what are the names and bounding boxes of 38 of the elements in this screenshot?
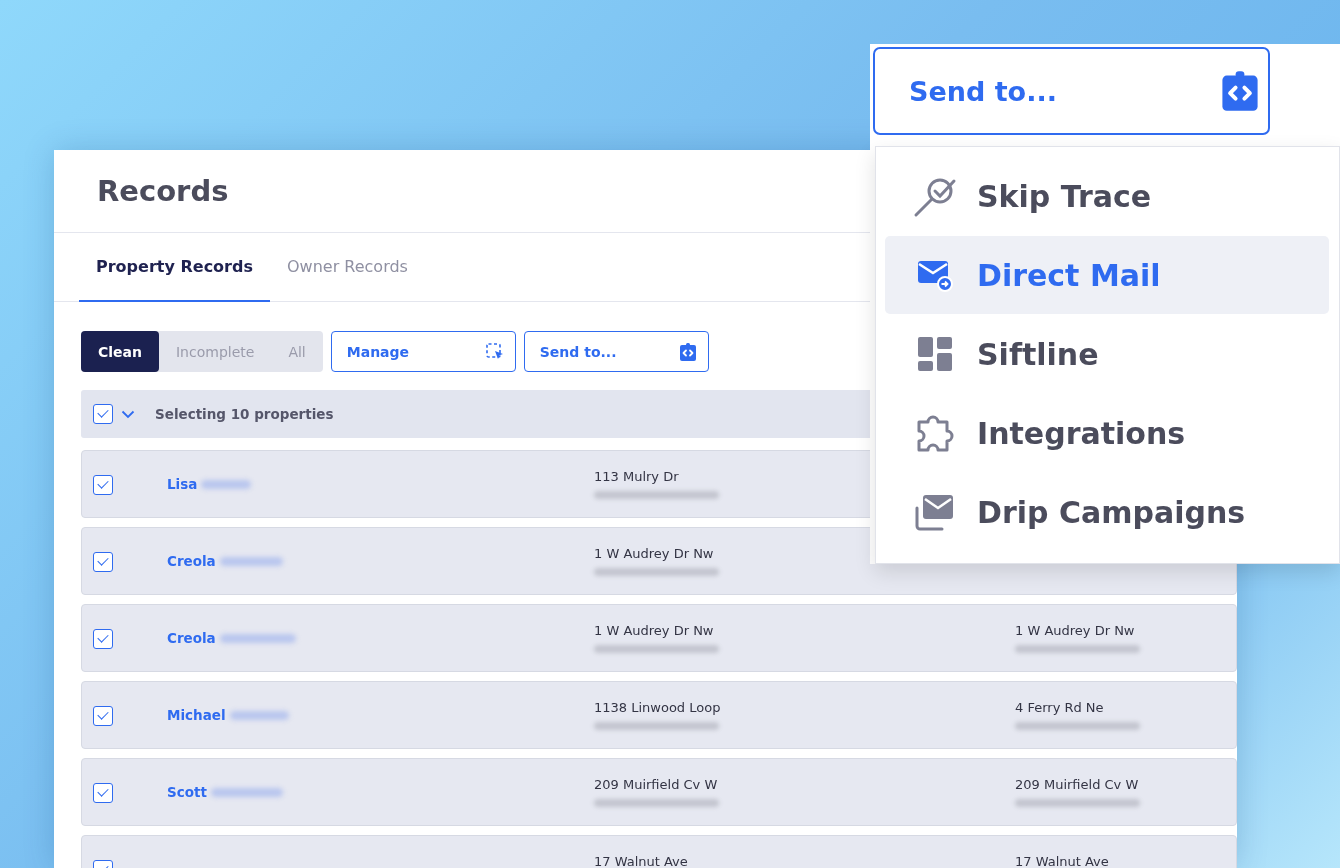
street-address: 1 W Audrey Dr Nw [594, 623, 715, 638]
clipboard-code-icon [677, 341, 698, 362]
record-row[interactable]: Scott 209 Muirfield Cv W 209 Muirfield Cv W [81, 758, 1237, 826]
checkbox[interactable] [93, 552, 113, 572]
dashboard-tiles-icon [916, 335, 954, 373]
record-row[interactable]: Creola 1 W Audrey Dr Nw 1 W Audrey Dr Nw [81, 604, 1237, 672]
street-address: 113 Mulry Dr [594, 469, 680, 484]
checkbox[interactable] [93, 629, 113, 649]
street-address: 17 Walnut Ave [1015, 854, 1110, 868]
blurred-surname [201, 479, 252, 489]
record-row[interactable]: Michael 1138 Linwood Loop 4 Ferry Rd Ne [81, 681, 1237, 749]
street-address: 17 Walnut Ave [594, 854, 689, 868]
send-to-button[interactable]: Send to... [873, 47, 1270, 135]
checkbox[interactable] [93, 404, 113, 424]
owner-name-link[interactable]: Scott [167, 784, 207, 800]
manage-button[interactable]: Manage [330, 331, 516, 372]
owner-name-link[interactable]: Michael [167, 707, 226, 723]
street-address: 209 Muirfield Cv W [594, 777, 719, 792]
menu-item[interactable]: Siftline [885, 315, 1329, 393]
selection-count: Selecting 10 properties [155, 406, 334, 422]
tab[interactable]: Property Records [79, 233, 270, 302]
street-address: 1 W Audrey Dr Nw [1015, 623, 1136, 638]
checkbox[interactable] [93, 783, 113, 803]
chevron-down-icon[interactable] [121, 409, 135, 419]
owner-name-link[interactable]: Creola [167, 630, 216, 646]
street-address: 1138 Linwood Loop [594, 700, 722, 715]
checkbox[interactable] [93, 706, 113, 726]
menu-item[interactable]: Direct Mail [885, 236, 1329, 314]
filter-option[interactable]: Clean [81, 331, 159, 372]
checkbox[interactable] [93, 475, 113, 495]
send-to-button[interactable]: Send to... [523, 331, 709, 372]
owner-name-link[interactable]: Creola [167, 553, 216, 569]
street-address: 4 Ferry Rd Ne [1015, 700, 1105, 715]
street-address: 209 Muirfield Cv W [1015, 777, 1140, 792]
blurred-surname [219, 556, 283, 566]
blurred-surname [229, 710, 289, 720]
street-address: 1 W Audrey Dr Nw [594, 546, 715, 561]
owner-name-link[interactable]: Lisa [167, 476, 198, 492]
